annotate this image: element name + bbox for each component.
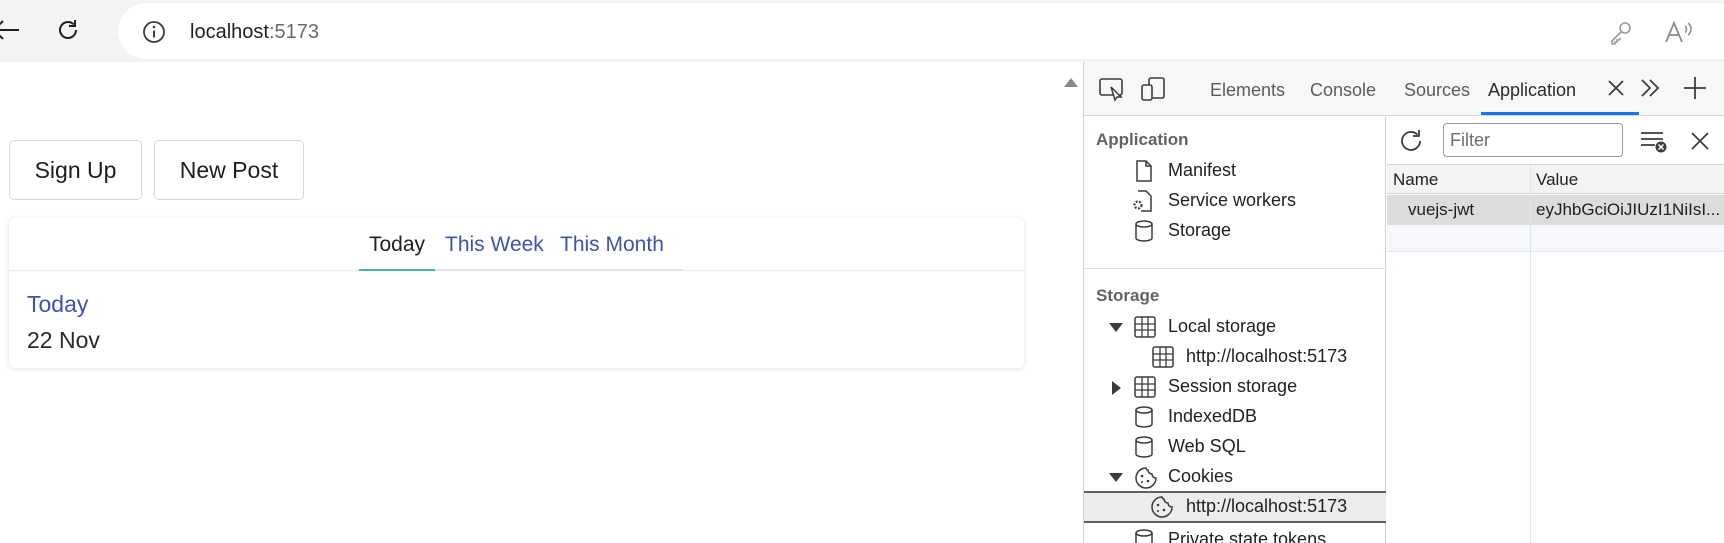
more-tabs-icon[interactable]	[1637, 76, 1665, 104]
collapse-arrow-icon[interactable]	[1112, 381, 1121, 395]
expand-arrow-icon[interactable]	[1109, 473, 1123, 482]
cookies-pane: Name Value vuejs-jwt eyJhbGciOiJIUzI1NiI…	[1387, 117, 1724, 543]
sidebar-item-storage-overview[interactable]: Storage	[1084, 216, 1386, 246]
column-header-name[interactable]: Name	[1393, 170, 1438, 190]
section-divider	[1084, 268, 1386, 269]
posts-card: Today This Week This Month Today 22 Nov	[9, 218, 1024, 368]
gear-file-icon	[1133, 190, 1152, 212]
devtools-panel: Elements Console Sources Application App…	[1083, 62, 1724, 543]
cell-name: vuejs-jwt	[1408, 200, 1475, 219]
sidebar-item-cookies-origin[interactable]: http://localhost:5173	[1084, 491, 1386, 523]
cookie-icon	[1151, 496, 1173, 518]
sidebar-item-session-storage[interactable]: Session storage	[1084, 372, 1386, 402]
tab-this-month[interactable]: This Month	[560, 232, 664, 258]
tab-application[interactable]: Application	[1488, 80, 1576, 101]
sidebar-item-label: Private state tokens	[1168, 529, 1327, 543]
inspect-element-icon[interactable]	[1098, 75, 1126, 103]
storage-section-header: Storage	[1096, 286, 1160, 305]
expand-arrow-icon[interactable]	[1109, 323, 1123, 332]
sidebar-item-label: http://localhost:5173	[1186, 346, 1348, 366]
tab-sources[interactable]: Sources	[1404, 80, 1470, 101]
database-icon	[1135, 220, 1153, 242]
database-icon	[1135, 406, 1153, 428]
sidebar-item-service-workers[interactable]: Service workers	[1084, 186, 1386, 216]
close-icon[interactable]	[1689, 130, 1711, 152]
sidebar-item-label: Cookies	[1168, 466, 1234, 486]
application-section-header: Application	[1096, 130, 1189, 149]
page-viewport: Sign Up New Post Today This Week This Mo…	[0, 62, 1083, 543]
sidebar-item-label: Service workers	[1168, 190, 1297, 210]
devtools-toolbar: Elements Console Sources Application	[1084, 62, 1724, 116]
browser-toolbar: localhost:5173	[0, 0, 1724, 62]
scroll-up-arrow-icon[interactable]	[1064, 78, 1078, 87]
sidebar-item-private-state-tokens[interactable]: Private state tokens	[1084, 525, 1386, 543]
sidebar-item-label: http://localhost:5173	[1186, 496, 1348, 516]
active-tab-indicator	[1481, 112, 1639, 115]
new-post-button[interactable]: New Post	[154, 140, 304, 200]
application-sidebar: Application Manifest Service workers Sto…	[1084, 117, 1386, 543]
url-host: localhost	[190, 21, 269, 43]
sidebar-item-label: IndexedDB	[1168, 406, 1258, 426]
tab-elements[interactable]: Elements	[1210, 80, 1285, 101]
filter-input[interactable]	[1443, 123, 1623, 157]
sign-up-button[interactable]: Sign Up	[9, 140, 142, 200]
card-date: 22 Nov	[27, 327, 100, 353]
cell-value: eyJhbGciOiJIUzI1NiIsI...	[1536, 200, 1721, 219]
back-arrow-icon[interactable]	[0, 14, 22, 46]
card-heading: Today	[27, 291, 89, 317]
tab-today[interactable]: Today	[369, 232, 425, 258]
table-icon	[1134, 376, 1156, 398]
tab-console[interactable]: Console	[1310, 80, 1376, 101]
sidebar-item-cookies[interactable]: Cookies	[1084, 462, 1386, 492]
sidebar-item-local-storage-origin[interactable]: http://localhost:5173	[1084, 342, 1386, 372]
reload-icon[interactable]	[52, 14, 84, 46]
sidebar-item-manifest[interactable]: Manifest	[1084, 156, 1386, 186]
file-icon	[1136, 160, 1152, 182]
device-toolbar-icon[interactable]	[1139, 75, 1167, 103]
column-header-value[interactable]: Value	[1536, 170, 1578, 190]
tab-this-week[interactable]: This Week	[445, 232, 544, 258]
cookie-icon	[1135, 467, 1157, 489]
database-icon	[1135, 529, 1153, 543]
sidebar-item-label: Storage	[1168, 220, 1232, 240]
info-icon[interactable]	[142, 20, 166, 44]
active-tab-indicator	[359, 269, 435, 271]
database-icon	[1135, 436, 1153, 458]
table-header: Name Value	[1387, 165, 1724, 194]
sidebar-item-label: Manifest	[1168, 160, 1237, 180]
close-tab-icon[interactable]	[1605, 77, 1633, 105]
tab-track	[435, 269, 683, 271]
key-icon[interactable]	[1608, 20, 1634, 46]
period-tabs: Today This Week This Month	[9, 218, 1024, 271]
clear-filter-icon[interactable]	[1639, 128, 1669, 154]
sidebar-item-local-storage[interactable]: Local storage	[1084, 312, 1386, 342]
sidebar-item-label: Web SQL	[1168, 436, 1246, 456]
add-panel-icon[interactable]	[1682, 75, 1710, 103]
url-text[interactable]: localhost:5173	[190, 20, 319, 44]
address-bar[interactable]: localhost:5173	[118, 3, 1724, 59]
sidebar-item-label: Session storage	[1168, 376, 1298, 396]
refresh-icon[interactable]	[1397, 127, 1425, 155]
column-divider	[1530, 165, 1531, 543]
read-aloud-icon[interactable]	[1664, 20, 1692, 46]
sidebar-item-label: Local storage	[1168, 316, 1277, 336]
cookies-toolbar	[1387, 117, 1724, 165]
table-row[interactable]: vuejs-jwt eyJhbGciOiJIUzI1NiIsI...	[1387, 195, 1724, 225]
table-icon	[1134, 316, 1156, 338]
table-icon	[1152, 346, 1174, 368]
table-row-empty[interactable]	[1387, 225, 1724, 252]
url-port: :5173	[268, 21, 319, 43]
sidebar-item-indexeddb[interactable]: IndexedDB	[1084, 402, 1386, 432]
sidebar-item-web-sql[interactable]: Web SQL	[1084, 432, 1386, 462]
